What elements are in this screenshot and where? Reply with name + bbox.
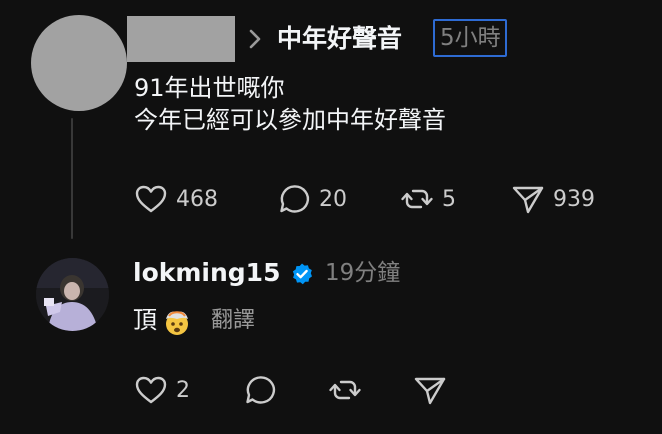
like-count: 468 [176,186,218,212]
exploding-head-emoji-icon [162,307,192,337]
comment-button[interactable]: 20 [277,179,347,219]
reply-text: 頂 [133,306,157,334]
reply-avatar[interactable] [36,258,109,331]
reply-timestamp[interactable]: 19分鐘 [325,252,400,294]
group-name-link[interactable]: 中年好聲音 [277,19,402,59]
comment-icon [277,183,311,215]
like-button[interactable]: 468 [134,179,218,219]
post-username-redacted[interactable] [127,16,235,62]
reply-comment-button[interactable] [243,370,277,410]
repost-button[interactable]: 5 [400,179,456,219]
repost-icon [328,374,362,406]
repost-icon [400,183,434,215]
reply-like-count: 2 [176,377,190,403]
post-text-line: 91年出世嘅你 [134,74,285,102]
heart-icon [134,375,168,405]
reply-repost-button[interactable] [328,370,362,410]
comment-count: 20 [319,186,347,212]
post-body: 91年出世嘅你 今年已經可以參加中年好聲音 [134,72,446,136]
verified-badge-icon [290,262,314,286]
post-avatar-redacted[interactable] [31,15,127,111]
reply-like-button[interactable]: 2 [134,370,190,410]
post-timestamp[interactable]: 5小時 [433,19,507,57]
thread-connector-line [71,118,73,239]
repost-count: 5 [442,186,456,212]
heart-icon [134,184,168,214]
post-text-line: 今年已經可以參加中年好聲音 [134,106,446,134]
reply-username[interactable]: lokming15 [133,251,280,295]
translate-link[interactable]: 翻譯 [211,302,255,340]
comment-icon [243,374,277,406]
share-count: 939 [553,186,595,212]
reply-share-button[interactable] [413,370,447,410]
share-button[interactable]: 939 [511,179,595,219]
chevron-right-icon [246,26,264,52]
share-icon [413,374,447,406]
share-icon [511,183,545,215]
